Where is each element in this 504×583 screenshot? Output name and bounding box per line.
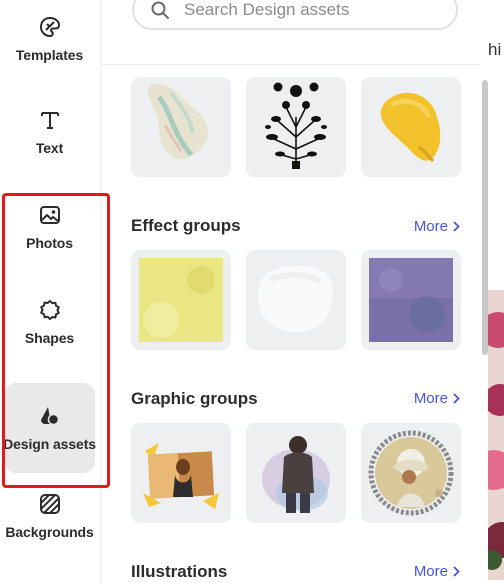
purple-texture-thumbnail: [369, 258, 453, 342]
rail-label-photos: Photos: [26, 235, 73, 251]
flower-photo-fragment: [488, 290, 504, 580]
rail-item-design-assets[interactable]: Design assets: [3, 383, 96, 473]
section-title-effect-groups: Effect groups: [131, 216, 241, 235]
rail-label-templates: Templates: [15, 47, 84, 63]
effect-tile-white-brush[interactable]: [246, 250, 346, 350]
design-assets-icon: [40, 407, 59, 426]
section-title-illustrations: Illustrations: [131, 562, 228, 581]
asset-tile-yellow-petal[interactable]: [361, 77, 461, 177]
graphic-groups-more-link[interactable]: More: [414, 390, 460, 407]
design-assets-panel: Effect groups More Graphic groups More: [101, 0, 480, 583]
white-brush-thumbnail: [257, 265, 333, 333]
search-icon: [151, 1, 169, 19]
templates-icon: [39, 16, 60, 38]
paint-texture-thumbnail: [147, 83, 208, 160]
chevron-right-icon: [453, 566, 460, 577]
search-divider: [101, 64, 480, 65]
illustrations-more-label: More: [413, 563, 448, 580]
rail-item-text[interactable]: Text: [4, 88, 95, 176]
effect-groups-more-label: More: [413, 218, 448, 235]
graphic-tile-person-watercolor[interactable]: [246, 423, 346, 523]
rail-label-shapes: Shapes: [24, 330, 75, 346]
photo-frame-thumbnail: [143, 443, 219, 509]
chevron-right-icon: [453, 393, 460, 404]
shapes-icon: [39, 300, 60, 320]
person-watercolor-thumbnail: [262, 436, 330, 513]
rail-item-backgrounds[interactable]: Backgrounds: [4, 472, 95, 560]
rail-label-backgrounds: Backgrounds: [5, 524, 94, 540]
rail-label-design-assets: Design assets: [3, 436, 96, 452]
graphic-tile-circle-wreath[interactable]: [361, 423, 461, 523]
section-title-graphic-groups: Graphic groups: [131, 389, 258, 408]
rail-label-text: Text: [35, 140, 64, 156]
chevron-right-icon: [453, 221, 460, 232]
graphic-tile-photo-frame[interactable]: [131, 423, 231, 523]
rail-item-templates[interactable]: Templates: [4, 0, 95, 83]
search-box[interactable]: [132, 0, 458, 30]
effect-tile-purple-texture[interactable]: [361, 250, 461, 350]
effect-tile-yellow-texture[interactable]: [131, 250, 231, 350]
illustrations-more-link[interactable]: More: [414, 563, 460, 580]
photos-icon: [39, 206, 60, 224]
botanical-thumbnail: [265, 82, 327, 169]
asset-tile-paint-texture[interactable]: [131, 77, 231, 177]
yellow-petal-thumbnail: [380, 92, 441, 163]
text-icon: [40, 112, 59, 129]
rail-item-shapes[interactable]: Shapes: [4, 278, 95, 366]
yellow-texture-thumbnail: [139, 258, 223, 342]
circle-wreath-thumbnail: [368, 430, 454, 516]
left-rail: Templates Text Photos Shapes Design asse…: [0, 0, 110, 583]
graphic-groups-more-label: More: [413, 390, 448, 407]
rail-item-photos[interactable]: Photos: [4, 183, 95, 271]
effect-groups-more-link[interactable]: More: [414, 218, 460, 235]
search-input[interactable]: [182, 0, 446, 21]
canvas-edge: hi: [488, 0, 504, 583]
backgrounds-icon: [39, 494, 60, 514]
asset-tile-botanical[interactable]: [246, 77, 346, 177]
